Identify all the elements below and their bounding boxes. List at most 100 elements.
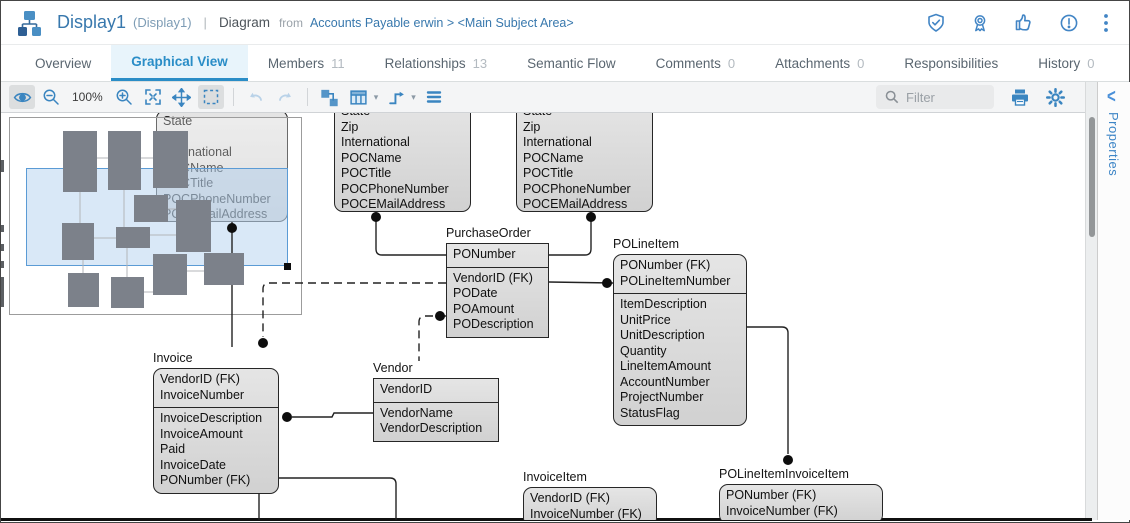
tab-overview[interactable]: Overview — [15, 45, 111, 81]
tab-bar: OverviewGraphical ViewMembers11Relations… — [1, 45, 1129, 82]
shield-check-icon[interactable] — [926, 13, 946, 33]
entity-attribute: PONumber — [453, 247, 543, 263]
entity-attribute: UnitDescription — [620, 328, 741, 344]
relationship-endpoint-dot — [371, 212, 381, 222]
scrollbar-thumb[interactable] — [1089, 117, 1095, 237]
redo-icon[interactable] — [272, 85, 298, 109]
entity-attr-section: VendorNameVendorDescription — [374, 402, 498, 441]
entity-attribute: POLineItemNumber — [620, 274, 741, 290]
entity-attribute: PONumber (FK) — [160, 473, 273, 489]
entity-key-section: PONumber (FK)POLineItemNumber — [614, 255, 746, 293]
zoom-out-icon[interactable] — [38, 85, 64, 109]
auto-layout-icon[interactable] — [317, 85, 343, 109]
entity-invoice-item[interactable]: VendorID (FK)InvoiceNumber (FK) — [523, 487, 657, 520]
overview-entity-box — [204, 253, 244, 285]
tab-graphical-view[interactable]: Graphical View — [111, 45, 248, 81]
entity-attribute: POCEMailAddress — [523, 197, 647, 212]
entity-address-mid[interactable]: StateZipInternationalPOCNamePOCTitlePOCP… — [334, 113, 471, 212]
entity-attribute: POCTitle — [341, 166, 465, 182]
undo-icon[interactable] — [243, 85, 269, 109]
entity-key-section: PONumber (FK)InvoiceNumber (FK) — [720, 485, 882, 520]
tab-relationships[interactable]: Relationships13 — [365, 45, 508, 81]
entity-po-line-item[interactable]: PONumber (FK)POLineItemNumberItemDescrip… — [613, 254, 747, 426]
entity-attribute: InvoiceAmount — [160, 427, 273, 443]
entity-vendor[interactable]: VendorID VendorNameVendorDescription — [373, 378, 499, 442]
overview-entity-box — [116, 227, 150, 248]
relationship-purchase-order-to-po-line-item — [549, 282, 613, 283]
breadcrumb[interactable]: Accounts Payable erwin > <Main Subject A… — [310, 16, 574, 30]
entity-attribute: POCPhoneNumber — [341, 182, 465, 198]
connector-style-icon[interactable] — [383, 85, 409, 109]
entity-attribute: POCName — [523, 151, 647, 167]
entity-attribute: POAmount — [453, 302, 543, 318]
entity-attr-section: ItemDescriptionUnitPriceUnitDescriptionQ… — [614, 293, 746, 425]
zoom-level: 100% — [72, 90, 103, 104]
table-display-icon[interactable] — [346, 85, 372, 109]
entity-key-section: PONumber — [447, 244, 548, 267]
relationship-vendor-to-invoice — [292, 413, 373, 417]
entity-key-section: VendorID — [374, 379, 498, 402]
entity-attribute: LineItemAmount — [620, 359, 741, 375]
tab-comments[interactable]: Comments0 — [636, 45, 756, 81]
tab-label: Members — [268, 56, 324, 71]
entity-purchase-order[interactable]: PONumberVendorID (FK)PODatePOAmountPODes… — [446, 243, 549, 338]
alert-circle-icon[interactable] — [1059, 13, 1079, 33]
settings-gear-icon[interactable] — [1042, 85, 1068, 109]
entity-attribute: StatusFlag — [620, 406, 741, 422]
entity-attribute: VendorName — [380, 406, 493, 422]
fit-to-screen-icon[interactable] — [140, 85, 166, 109]
relationship-endpoint-dot — [586, 212, 596, 222]
toolbar-separator — [307, 88, 308, 106]
entity-attribute: VendorID (FK) — [453, 271, 543, 287]
tab-members[interactable]: Members11 — [248, 45, 365, 81]
marquee-select-icon[interactable] — [198, 85, 224, 109]
print-icon[interactable] — [1007, 85, 1033, 109]
kebab-menu-icon[interactable] — [1103, 13, 1109, 33]
entity-attribute: POCTitle — [523, 166, 647, 182]
entity-key-section: VendorID (FK)InvoiceNumber (FK) — [524, 488, 656, 520]
entity-address-right[interactable]: StateZipInternationalPOCNamePOCTitlePOCP… — [516, 113, 653, 212]
entity-attribute: Paid — [160, 442, 273, 458]
chevron-left-icon[interactable]: < — [1107, 85, 1116, 107]
vertical-scrollbar[interactable] — [1085, 82, 1097, 520]
chevron-down-icon[interactable]: ▾ — [411, 92, 416, 103]
entity-title-purchase-order: PurchaseOrder — [446, 226, 531, 240]
overview-entity-box — [68, 273, 99, 307]
tab-history[interactable]: History0 — [1018, 45, 1114, 81]
chevron-down-icon[interactable]: ▾ — [374, 92, 379, 103]
entity-attribute: InvoiceNumber (FK) — [530, 507, 651, 521]
entity-attr-section: StateZipInternationalPOCNamePOCTitlePOCP… — [335, 113, 470, 212]
diagram-canvas[interactable]: StateZipInternationalPOCNamePOCTitlePOCP… — [1, 113, 1085, 520]
overview-entity-box — [111, 277, 144, 308]
entity-attribute: Zip — [523, 120, 647, 136]
tab-semantic-flow[interactable]: Semantic Flow — [507, 45, 636, 81]
tab-attachments[interactable]: Attachments0 — [755, 45, 884, 81]
entity-attribute: VendorID — [380, 382, 493, 398]
entity-attribute: Zip — [341, 120, 465, 136]
entity-attribute: VendorID (FK) — [160, 372, 273, 388]
doc-type-label: Diagram — [219, 15, 270, 30]
thumbs-up-icon[interactable] — [1014, 12, 1035, 33]
filter-input[interactable] — [906, 90, 984, 105]
pan-icon[interactable] — [169, 85, 195, 109]
relationship-endpoint-dot — [258, 338, 268, 348]
entity-invoice[interactable]: VendorID (FK)InvoiceNumber InvoiceDescrip… — [153, 368, 279, 494]
overview-eye-icon[interactable] — [9, 85, 35, 109]
entity-attribute: POCEMailAddress — [341, 197, 465, 212]
tab-responsibilities[interactable]: Responsibilities — [884, 45, 1018, 81]
overview-resize-handle[interactable] — [284, 263, 291, 270]
entity-attribute: AccountNumber — [620, 375, 741, 391]
relationship-po-line-item-to-po-line-item-invoice-item — [747, 327, 788, 454]
entity-key-section: VendorID (FK)InvoiceNumber — [154, 369, 278, 407]
properties-panel-tab[interactable]: Properties — [1106, 112, 1121, 176]
relationship-endpoint-dot — [783, 455, 793, 465]
entity-attribute: International — [341, 135, 465, 151]
entity-attr-section: StateZipInternationalPOCNamePOCTitlePOCP… — [517, 113, 652, 212]
entity-po-line-item-invoice-item[interactable]: PONumber (FK)InvoiceNumber (FK) — [719, 484, 883, 520]
entity-attribute: InvoiceDescription — [160, 411, 273, 427]
tab-label: Relationships — [385, 56, 466, 71]
zoom-in-icon[interactable] — [111, 85, 137, 109]
display-menu-icon[interactable] — [421, 85, 447, 109]
tab-label: History — [1038, 56, 1080, 71]
certificate-icon[interactable] — [970, 13, 990, 33]
